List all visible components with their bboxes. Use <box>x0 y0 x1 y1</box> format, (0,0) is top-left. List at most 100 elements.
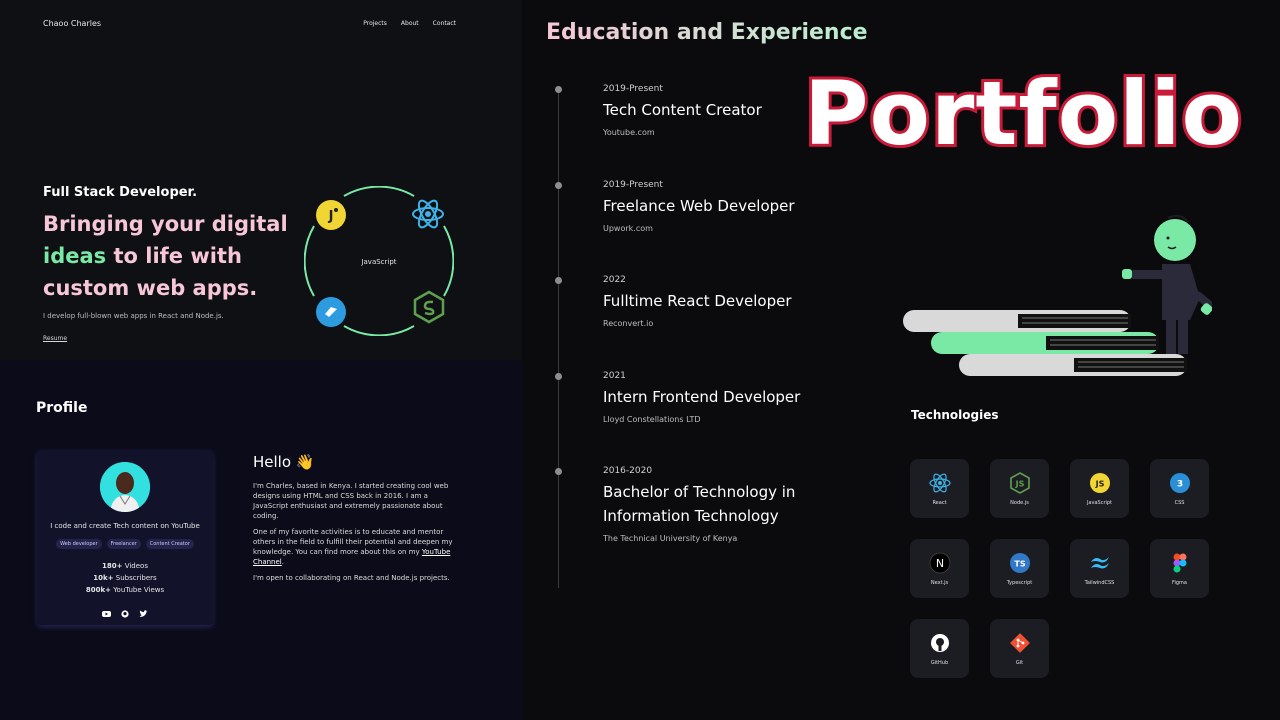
experience-section: Education and Experience 2019-Present Te… <box>522 0 1280 720</box>
timeline-org: The Technical University of Kenya <box>603 534 738 543</box>
tech-git[interactable]: Git <box>990 619 1049 678</box>
top-nav: Projects About Contact <box>363 20 456 27</box>
svg-text:JS: JS <box>1014 479 1024 488</box>
timeline-org: Reconvert.io <box>603 319 654 328</box>
about-p2-end: . <box>281 558 284 566</box>
svg-text:TS: TS <box>1014 559 1025 568</box>
profile-heading: Profile <box>36 400 88 416</box>
tech-react[interactable]: React <box>910 459 969 518</box>
redux-saga-orbit-icon <box>316 297 346 327</box>
profile-section: Profile I code and create Tech content o… <box>0 360 522 720</box>
about-paragraph-1: I'm Charles, based in Kenya. I started c… <box>253 482 449 520</box>
tech-typescript[interactable]: TS Typescript <box>990 539 1049 598</box>
tech-figma[interactable]: Figma <box>1150 539 1209 598</box>
timeline-role: Intern Frontend Developer <box>603 388 801 406</box>
hero-section: Chaoo Charles Projects About Contact Ful… <box>0 0 522 360</box>
books-person-illustration <box>903 214 1212 376</box>
tech-nodejs[interactable]: JS Node.js <box>990 459 1049 518</box>
figma-icon <box>1169 552 1191 574</box>
social-links <box>37 603 213 622</box>
tech-javascript[interactable]: JS JavaScript <box>1070 459 1129 518</box>
timeline-dot <box>555 182 562 189</box>
timeline-date: 2016-2020 <box>603 466 653 476</box>
tech-label: CSS <box>1174 499 1185 506</box>
tech-label: JavaScript <box>1086 499 1113 506</box>
tech-github[interactable]: GitHub <box>910 619 969 678</box>
tech-nextjs[interactable]: N Next.js <box>910 539 969 598</box>
technologies-title: Technologies <box>911 408 999 422</box>
tech-label: TailwindCSS <box>1084 579 1115 586</box>
timeline-dot <box>555 277 562 284</box>
timeline-role: Freelance Web Developer <box>603 197 795 215</box>
brand-name[interactable]: Chaoo Charles <box>43 19 101 28</box>
nextjs-icon: N <box>929 552 951 574</box>
technologies-grid: React JS Node.js JS JavaScript 3 CSS N N… <box>910 459 1209 678</box>
tech-label: Git <box>1015 659 1024 666</box>
tag-web-developer: Web developer <box>56 539 102 549</box>
stat-subscribers-label: Subscribers <box>115 574 157 582</box>
hero-title-highlight: ideas <box>43 244 107 268</box>
portfolio-overlay-title: Portfolio <box>801 59 1245 168</box>
timeline-date: 2022 <box>603 275 626 285</box>
stat-videos: 180+ Videos <box>37 560 213 572</box>
github-icon <box>929 632 951 654</box>
stat-subscribers: 10k+ Subscribers <box>37 572 213 584</box>
nav-link-about[interactable]: About <box>401 20 419 27</box>
tech-label: Typescript <box>1006 579 1033 586</box>
timeline-date: 2019-Present <box>603 180 663 190</box>
nav-link-projects[interactable]: Projects <box>363 20 387 27</box>
hero-subtitle: Full Stack Developer. <box>43 185 198 200</box>
timeline-role: Bachelor of Technology in Information Te… <box>603 483 796 525</box>
resume-link[interactable]: Resume <box>43 335 67 342</box>
tech-label: Node.js <box>1010 499 1029 506</box>
hero-title: Bringing your digital ideas to life with… <box>43 208 303 304</box>
github-icon[interactable] <box>121 603 129 622</box>
hello-heading: Hello 👋 <box>253 453 315 471</box>
nodejs-orbit-icon <box>413 290 445 324</box>
tag-freelancer: Freelancer <box>106 539 141 549</box>
tech-label: Figma <box>1171 579 1187 586</box>
stat-views-label: YouTube Views <box>113 586 165 594</box>
timeline-org: Upwork.com <box>603 224 653 233</box>
tailwind-icon <box>1089 552 1111 574</box>
avatar-person-image <box>100 462 150 512</box>
hero-title-part1: Bringing your digital <box>43 212 288 236</box>
timeline-dot <box>555 468 562 475</box>
react-icon <box>928 472 951 494</box>
about-paragraph-3: I'm open to collaborating on React and N… <box>253 574 450 582</box>
typescript-icon: TS <box>1009 552 1031 574</box>
svg-text:3: 3 <box>1176 479 1182 489</box>
youtube-icon[interactable] <box>102 603 111 622</box>
timeline-date: 2021 <box>603 371 626 381</box>
about-paragraph-2: One of my favorite activities is to educ… <box>253 527 453 567</box>
tech-label: Next.js <box>930 579 949 586</box>
orbit-label: JavaScript <box>361 258 397 266</box>
education-title: Education and Experience <box>546 20 868 45</box>
svg-text:N: N <box>935 557 943 570</box>
tech-label: GitHub <box>930 659 949 666</box>
javascript-orbit-icon: J <box>316 200 346 230</box>
css-icon: 3 <box>1169 472 1191 494</box>
profile-card: I code and create Tech content on YouTub… <box>37 450 213 625</box>
react-orbit-icon <box>412 199 444 229</box>
timeline-dot <box>555 86 562 93</box>
stat-views-value: 800k+ <box>85 586 111 594</box>
timeline-org: Youtube.com <box>603 128 655 137</box>
timeline-line <box>558 88 559 588</box>
git-icon <box>1009 632 1031 654</box>
stat-views: 800k+ YouTube Views <box>37 584 213 596</box>
twitter-icon[interactable] <box>139 603 148 622</box>
tech-label: React <box>932 499 947 506</box>
javascript-icon: JS <box>1089 472 1111 494</box>
nav-link-contact[interactable]: Contact <box>433 20 456 27</box>
stat-videos-value: 180+ <box>102 562 123 570</box>
about-text: I'm Charles, based in Kenya. I started c… <box>253 481 453 589</box>
nodejs-icon: JS <box>1009 471 1031 494</box>
tech-tailwindcss[interactable]: TailwindCSS <box>1070 539 1129 598</box>
hero-description: I develop full-blown web apps in React a… <box>43 312 224 320</box>
tech-css[interactable]: 3 CSS <box>1150 459 1209 518</box>
tag-content-creator: Content Creator <box>145 539 194 549</box>
channel-stats: 180+ Videos 10k+ Subscribers 800k+ YouTu… <box>37 560 213 596</box>
svg-text:JS: JS <box>1094 479 1104 488</box>
timeline-date: 2019-Present <box>603 84 663 94</box>
